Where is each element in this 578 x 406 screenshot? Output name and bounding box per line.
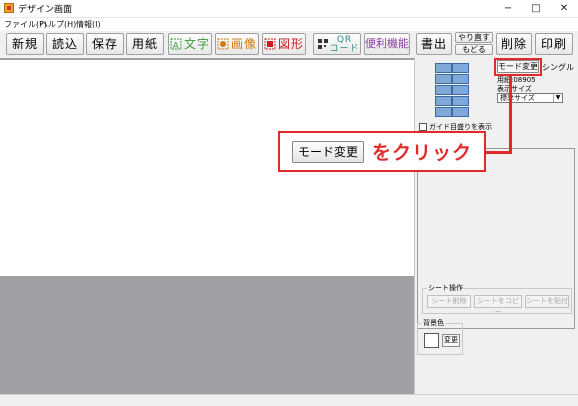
minimize-button[interactable]: −: [494, 0, 522, 18]
image-tool-icon: [217, 38, 229, 50]
layout-cell: [452, 63, 469, 73]
highlight-box: [494, 58, 542, 76]
layout-cell: [452, 96, 469, 106]
layout-cell: [435, 74, 452, 84]
callout-connector: [509, 76, 512, 154]
read-button[interactable]: 読込: [46, 33, 84, 55]
print-button[interactable]: 印刷: [535, 33, 573, 55]
sheet-ops-title: シート操作: [427, 283, 464, 293]
menu-info[interactable]: 情報(I): [76, 19, 101, 30]
layout-cell: [435, 96, 452, 106]
layout-cell: [452, 107, 469, 117]
guide-checkbox[interactable]: [419, 123, 427, 131]
sheet-list[interactable]: シート操作 シート削除 シートをコピー シートを貼付: [417, 148, 575, 329]
output-button[interactable]: 書出: [416, 33, 452, 55]
save-button[interactable]: 保存: [86, 33, 124, 55]
layout-cell: [452, 74, 469, 84]
layout-cell: [435, 107, 452, 117]
sheet-ops-group: シート操作 シート削除 シートをコピー シートを貼付: [422, 283, 572, 316]
redo-button[interactable]: やり直す: [455, 32, 493, 43]
maximize-button[interactable]: □: [522, 0, 550, 18]
image-button-label: 画像: [230, 37, 257, 51]
layout-cell: [435, 85, 452, 95]
text-button[interactable]: A 文字: [168, 33, 212, 55]
undo-button[interactable]: もどる: [455, 44, 493, 55]
mode-label: シングル: [542, 63, 574, 72]
right-panel: モード変更 シングル 用紙:08905 表示サイズ 標準サイズ ▼ ガイド目盛り…: [414, 57, 578, 394]
callout: モード変更 をクリック: [278, 131, 486, 172]
menu-help[interactable]: ヘルプ(H): [40, 19, 76, 30]
toolbar: 新規 読込 保存 用紙 A 文字 画像 図形 QR コード 便利機能 書出 やり直…: [0, 31, 578, 57]
new-button[interactable]: 新規: [6, 33, 44, 55]
bg-color-swatch[interactable]: [424, 333, 439, 348]
display-size-select[interactable]: 標準サイズ ▼: [497, 93, 563, 103]
window-title: デザイン画面: [18, 5, 73, 15]
delete-button[interactable]: 削除: [496, 33, 532, 55]
layout-cell: [452, 85, 469, 95]
sheet-paste-button[interactable]: シートを貼付: [525, 295, 569, 308]
bg-color-title: 背景色: [422, 318, 445, 328]
display-size-value: 標準サイズ: [500, 94, 535, 102]
title-bar: デザイン画面 − □ ✕: [0, 0, 578, 18]
paper-button[interactable]: 用紙: [126, 33, 164, 55]
qr-button[interactable]: QR コード: [313, 33, 361, 55]
bg-color-group: 背景色 変更: [417, 318, 463, 355]
qr-tool-icon: [318, 39, 328, 49]
shape-tool-icon: [264, 38, 276, 50]
sheet-copy-button[interactable]: シートをコピー: [474, 295, 522, 316]
utility-button[interactable]: 便利機能: [364, 33, 410, 55]
close-button[interactable]: ✕: [550, 0, 578, 18]
svg-text:A: A: [173, 41, 179, 50]
callout-connector: [486, 151, 512, 154]
callout-text: をクリック: [372, 142, 473, 164]
text-button-label: 文字: [183, 37, 210, 51]
layout-thumbnails[interactable]: [435, 63, 469, 118]
bg-change-button[interactable]: 変更: [442, 334, 460, 347]
chevron-down-icon: ▼: [553, 94, 562, 102]
shape-button-label: 図形: [277, 37, 304, 51]
menu-bar: ファイル(F) ヘルプ(H) 情報(I): [0, 18, 578, 31]
callout-mode-button: モード変更: [292, 141, 364, 163]
text-tool-icon: A: [170, 38, 182, 50]
shape-button[interactable]: 図形: [262, 33, 306, 55]
status-bar: [0, 394, 578, 406]
sheet-delete-button[interactable]: シート削除: [427, 295, 471, 308]
app-icon: [4, 3, 14, 13]
layout-cell: [435, 63, 452, 73]
image-button[interactable]: 画像: [215, 33, 259, 55]
